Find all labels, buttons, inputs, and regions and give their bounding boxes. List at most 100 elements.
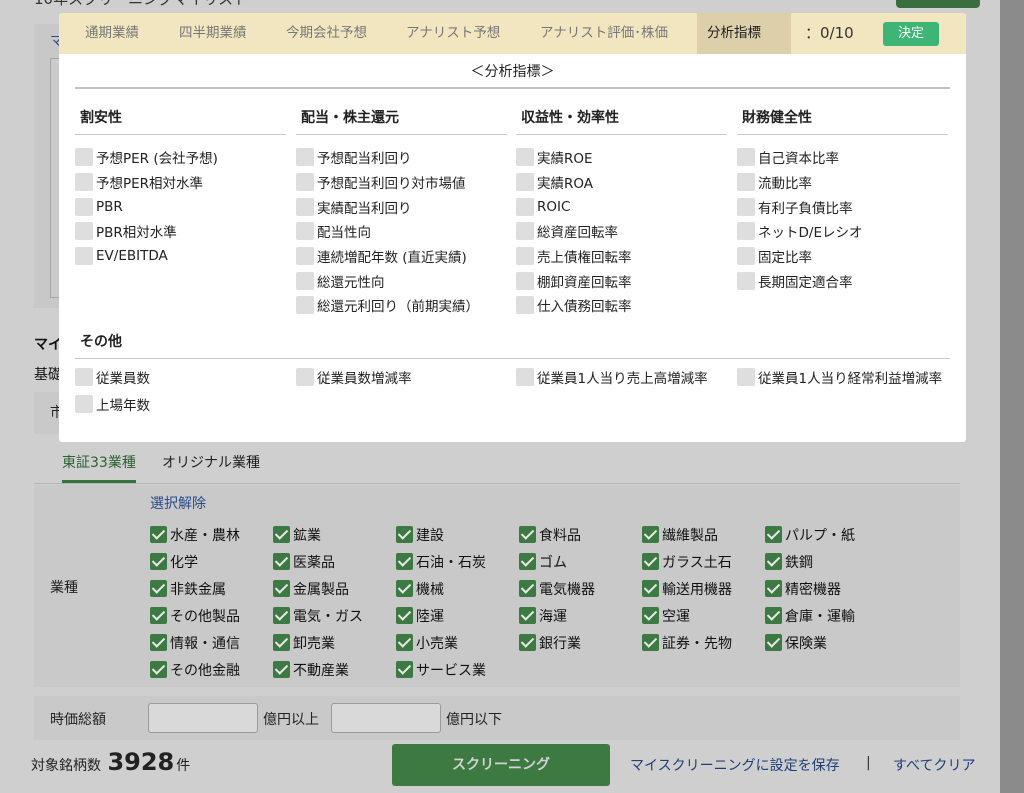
run-screening-button[interactable]: スクリーニング — [392, 744, 610, 786]
checkmark-icon[interactable] — [519, 580, 536, 597]
sector-checkbox[interactable]: 保険業 — [765, 629, 888, 656]
sector-checkbox[interactable]: 石油・石炭 — [396, 548, 519, 575]
checkmark-icon[interactable] — [396, 634, 413, 651]
sector-checkbox[interactable]: 医薬品 — [273, 548, 396, 575]
checkmark-icon[interactable] — [150, 526, 167, 543]
indicator-option[interactable]: 連続増配年数 (直近実績) — [296, 244, 507, 269]
tab-company-forecast[interactable]: 今期会社予想 — [286, 13, 367, 54]
checkbox[interactable] — [737, 247, 755, 266]
indicator-option[interactable]: 予想PER相対水準 — [75, 170, 286, 195]
indicator-option[interactable]: 予想配当利回り対市場値 — [296, 170, 507, 195]
indicator-option[interactable]: 仕入債務回転率 — [516, 293, 727, 318]
sector-checkbox[interactable]: サービス業 — [396, 656, 519, 683]
checkbox[interactable] — [296, 271, 314, 290]
indicator-option[interactable]: 棚卸資産回転率 — [516, 268, 727, 293]
sector-checkbox[interactable]: 機械 — [396, 575, 519, 602]
indicator-option[interactable]: 実績ROA — [516, 170, 727, 195]
indicator-option[interactable]: EV/EBITDA — [75, 244, 286, 269]
checkbox[interactable] — [296, 197, 314, 216]
tab-original-sector[interactable]: オリジナル業種 — [162, 452, 260, 472]
indicator-option[interactable]: 固定比率 — [737, 244, 948, 269]
other-item[interactable]: 従業員数 — [75, 367, 150, 387]
checkbox[interactable] — [296, 247, 314, 266]
checkmark-icon[interactable] — [150, 580, 167, 597]
checkmark-icon[interactable] — [765, 634, 782, 651]
checkmark-icon[interactable] — [273, 661, 290, 678]
tab-quarterly-results[interactable]: 四半期業績 — [179, 13, 247, 54]
other-item[interactable]: 従業員1人当り売上高増減率 — [516, 367, 708, 387]
indicator-option[interactable]: 総還元性向 — [296, 268, 507, 293]
tab-analyst-rating[interactable]: アナリスト評価･株価 — [540, 13, 668, 54]
checkbox[interactable] — [296, 148, 314, 167]
checkbox[interactable] — [516, 222, 534, 241]
sector-checkbox[interactable]: その他製品 — [150, 602, 273, 629]
indicator-option[interactable]: ROIC — [516, 194, 727, 219]
sector-checkbox[interactable]: 不動産業 — [273, 656, 396, 683]
sector-checkbox[interactable]: 情報・通信 — [150, 629, 273, 656]
checkbox[interactable] — [516, 247, 534, 266]
checkmark-icon[interactable] — [519, 607, 536, 624]
checkmark-icon[interactable] — [642, 553, 659, 570]
tab-analyst-forecast[interactable]: アナリスト予想 — [406, 13, 500, 54]
checkbox[interactable] — [75, 173, 93, 192]
sector-checkbox[interactable]: 食料品 — [519, 521, 642, 548]
sector-checkbox[interactable]: 建設 — [396, 521, 519, 548]
indicator-option[interactable]: ネットD/Eレシオ — [737, 219, 948, 244]
checkmark-icon[interactable] — [519, 634, 536, 651]
checkbox[interactable] — [737, 222, 755, 241]
indicator-option[interactable]: 予想PER (会社予想) — [75, 145, 286, 170]
market-cap-min-input[interactable] — [148, 703, 258, 733]
other-item[interactable]: 従業員1人当り経常利益増減率 — [737, 367, 942, 387]
checkbox[interactable] — [737, 197, 755, 216]
checkbox[interactable] — [75, 395, 93, 413]
market-cap-max-input[interactable] — [331, 703, 441, 733]
sector-checkbox[interactable]: 銀行業 — [519, 629, 642, 656]
sector-checkbox[interactable]: その他金融 — [150, 656, 273, 683]
sector-checkbox[interactable]: 電気・ガス — [273, 602, 396, 629]
checkmark-icon[interactable] — [519, 526, 536, 543]
indicator-option[interactable]: 総資産回転率 — [516, 219, 727, 244]
sector-checkbox[interactable]: 電気機器 — [519, 575, 642, 602]
tab-analysis-indicators[interactable]: 分析指標 — [697, 13, 791, 54]
indicator-option[interactable]: 実績配当利回り — [296, 194, 507, 219]
checkbox[interactable] — [516, 197, 534, 216]
sector-checkbox[interactable]: 陸運 — [396, 602, 519, 629]
sector-checkbox[interactable]: 証券・先物 — [642, 629, 765, 656]
sector-checkbox[interactable]: ガラス土石 — [642, 548, 765, 575]
checkbox[interactable] — [296, 173, 314, 192]
save-settings-link[interactable]: マイスクリーニングに設定を保存 — [630, 755, 840, 775]
top-action-button[interactable] — [896, 0, 980, 8]
checkmark-icon[interactable] — [150, 661, 167, 678]
sector-checkbox[interactable]: 倉庫・運輸 — [765, 602, 888, 629]
checkmark-icon[interactable] — [519, 553, 536, 570]
other-item[interactable]: 上場年数 — [75, 394, 150, 414]
checkbox[interactable] — [516, 148, 534, 167]
checkmark-icon[interactable] — [396, 553, 413, 570]
sector-checkbox[interactable]: 化学 — [150, 548, 273, 575]
checkbox[interactable] — [75, 222, 93, 241]
checkmark-icon[interactable] — [396, 661, 413, 678]
indicator-option[interactable]: 売上債権回転率 — [516, 244, 727, 269]
sector-checkbox[interactable]: 小売業 — [396, 629, 519, 656]
indicator-option[interactable]: 予想配当利回り — [296, 145, 507, 170]
indicator-option[interactable]: PBR相対水準 — [75, 219, 286, 244]
checkmark-icon[interactable] — [642, 526, 659, 543]
sector-checkbox[interactable]: 卸売業 — [273, 629, 396, 656]
checkbox[interactable] — [516, 368, 534, 386]
checkmark-icon[interactable] — [396, 607, 413, 624]
sector-checkbox[interactable]: 鉄鋼 — [765, 548, 888, 575]
checkmark-icon[interactable] — [150, 553, 167, 570]
checkbox[interactable] — [75, 247, 93, 266]
checkmark-icon[interactable] — [273, 553, 290, 570]
checkbox[interactable] — [296, 368, 314, 386]
indicator-option[interactable]: 有利子負債比率 — [737, 194, 948, 219]
confirm-button[interactable]: 決定 — [883, 22, 939, 46]
indicator-option[interactable]: 配当性向 — [296, 219, 507, 244]
checkbox[interactable] — [296, 296, 314, 315]
checkmark-icon[interactable] — [765, 580, 782, 597]
tab-annual-results[interactable]: 通期業績 — [85, 13, 139, 54]
checkmark-icon[interactable] — [765, 526, 782, 543]
checkmark-icon[interactable] — [642, 607, 659, 624]
checkbox[interactable] — [75, 368, 93, 386]
sector-checkbox[interactable]: ゴム — [519, 548, 642, 575]
